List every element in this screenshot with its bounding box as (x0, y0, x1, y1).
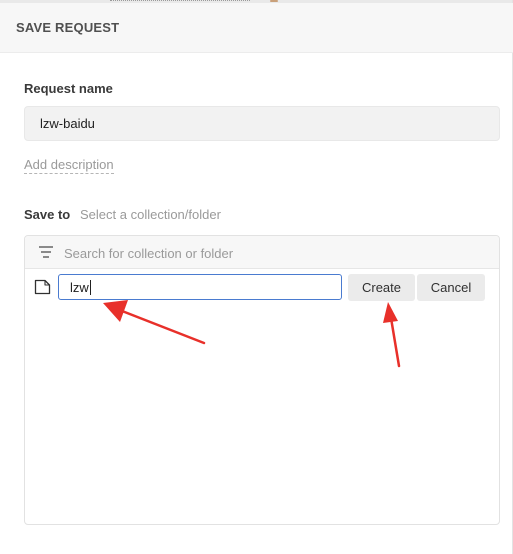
folder-icon (34, 279, 51, 295)
text-cursor (89, 280, 91, 295)
collection-picker: Search for collection or folder lzw Crea… (24, 235, 500, 525)
add-description-link[interactable]: Add description (24, 157, 114, 174)
top-edge-dots (110, 0, 250, 2)
collection-search-bar[interactable]: Search for collection or folder (25, 236, 499, 269)
dialog-header: SAVE REQUEST (0, 3, 513, 53)
cancel-button[interactable]: Cancel (417, 274, 485, 301)
request-name-label: Request name (24, 81, 113, 96)
new-collection-name-value: lzw (70, 280, 89, 295)
dialog-title: SAVE REQUEST (16, 20, 120, 35)
save-to-label: Save to (24, 207, 71, 222)
request-name-input[interactable]: lzw-baidu (24, 106, 500, 141)
collection-search-input[interactable]: Search for collection or folder (64, 246, 233, 261)
filter-icon (39, 246, 53, 258)
new-collection-name-input[interactable]: lzw (58, 274, 342, 300)
top-edge-marker (270, 0, 278, 2)
create-button[interactable]: Create (348, 274, 415, 301)
save-to-hint: Select a collection/folder (80, 207, 221, 222)
